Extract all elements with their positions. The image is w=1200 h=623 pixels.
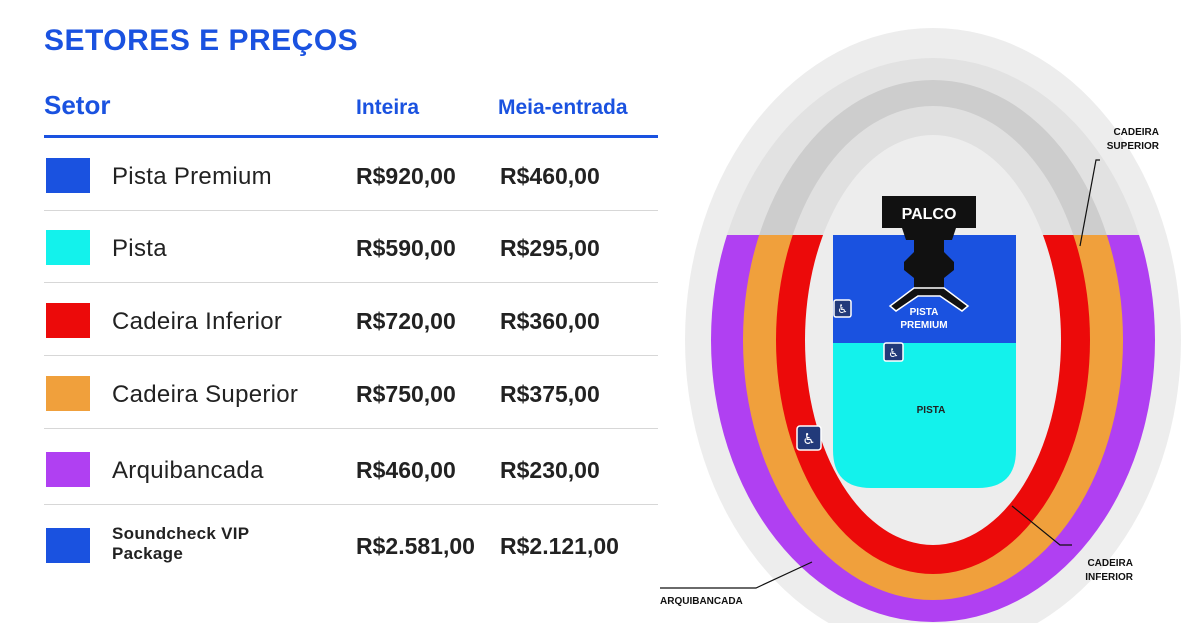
column-header-inteira: Inteira [356, 96, 420, 119]
sector-color-swatch [46, 158, 90, 193]
price-meia: R$230,00 [500, 457, 600, 483]
column-header-meia: Meia-entrada [498, 96, 628, 119]
price-meia: R$2.121,00 [500, 533, 619, 559]
price-inteira: R$590,00 [356, 235, 456, 261]
sector-color-swatch [46, 528, 90, 563]
table-row: Pista R$590,00 R$295,00 [44, 211, 658, 283]
cadeira-superior-label-2: SUPERIOR [1107, 141, 1160, 152]
price-inteira: R$750,00 [356, 381, 456, 407]
pista-premium-label: PISTA [910, 307, 939, 318]
table-row: Cadeira Superior R$750,00 R$375,00 [44, 357, 658, 429]
table-row: Cadeira Inferior R$720,00 R$360,00 [44, 284, 658, 356]
price-meia: R$360,00 [500, 308, 600, 334]
cadeira-superior-label: CADEIRA [1113, 127, 1159, 138]
wheelchair-icon: ♿ [833, 299, 852, 318]
header-divider [44, 135, 658, 138]
pista-label: PISTA [917, 405, 946, 416]
price-inteira: R$920,00 [356, 163, 456, 189]
price-meia: R$295,00 [500, 235, 600, 261]
venue-map: PALCO PISTA PREMIUM PISTA ♿ ♿ ♿ CADEIRA … [650, 0, 1200, 623]
svg-text:♿: ♿ [888, 346, 899, 360]
sector-color-swatch [46, 452, 90, 487]
cadeira-inferior-label-2: INFERIOR [1085, 572, 1134, 583]
sector-name: Pista Premium [112, 163, 272, 190]
table-row: Pista Premium R$920,00 R$460,00 [44, 139, 658, 211]
price-meia: R$375,00 [500, 381, 600, 407]
price-inteira: R$2.581,00 [356, 533, 475, 559]
page-title: SETORES E PREÇOS [44, 24, 359, 57]
sector-color-swatch [46, 230, 90, 265]
arquibancada-label: ARQUIBANCADA [660, 596, 743, 607]
sector-name: Pista [112, 235, 167, 262]
wheelchair-icon: ♿ [883, 342, 904, 362]
sector-name: Soundcheck VIP Package [112, 524, 250, 563]
sector-color-swatch [46, 303, 90, 338]
price-meia: R$460,00 [500, 163, 600, 189]
wheelchair-icon: ♿ [796, 425, 822, 451]
svg-text:♿: ♿ [802, 431, 815, 448]
sector-name: Arquibancada [112, 457, 264, 484]
stage-label: PALCO [902, 206, 957, 223]
price-inteira: R$720,00 [356, 308, 456, 334]
table-row: Soundcheck VIP Package R$2.581,00 R$2.12… [44, 509, 658, 581]
venue-map-svg: PALCO PISTA PREMIUM PISTA ♿ ♿ ♿ CADEIRA … [660, 28, 1181, 623]
pista-premium-label-2: PREMIUM [900, 320, 947, 331]
cadeira-inferior-label: CADEIRA [1087, 558, 1133, 569]
table-row: Arquibancada R$460,00 R$230,00 [44, 433, 658, 505]
sector-color-swatch [46, 376, 90, 411]
sector-name: Cadeira Superior [112, 381, 299, 408]
column-header-setor: Setor [44, 90, 111, 120]
svg-text:♿: ♿ [837, 302, 848, 316]
price-inteira: R$460,00 [356, 457, 456, 483]
sector-name: Cadeira Inferior [112, 308, 283, 335]
